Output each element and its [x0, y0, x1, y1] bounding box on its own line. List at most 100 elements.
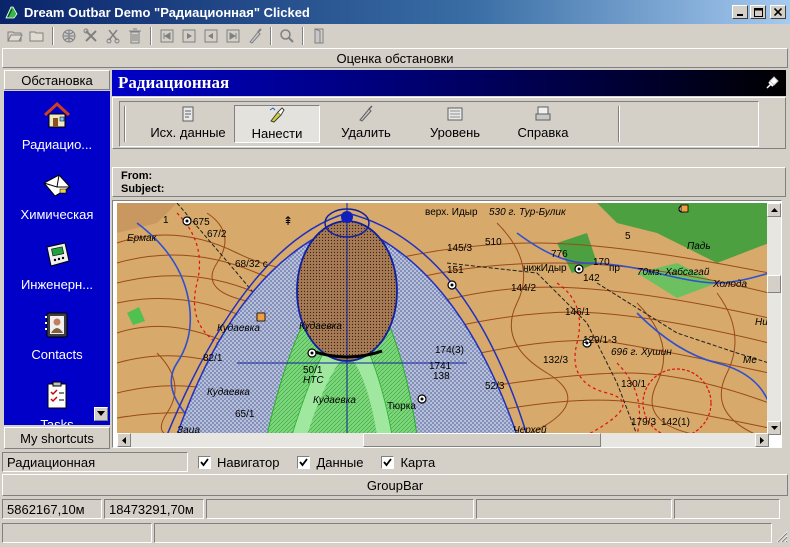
command-label: Удалить — [341, 125, 391, 140]
sidebar-scroll-down-button[interactable] — [94, 407, 108, 421]
resize-grip-icon[interactable] — [774, 529, 788, 543]
map-horizontal-scrollbar[interactable] — [117, 433, 769, 447]
map-label: 675 — [193, 217, 210, 228]
checkbox-label: Данные — [316, 454, 364, 470]
sidebar-item-radiation[interactable]: Радиацио... — [4, 99, 110, 152]
delete-pen-icon — [359, 105, 373, 122]
apply-button[interactable]: Нанести — [234, 105, 320, 143]
level-icon — [447, 107, 463, 121]
scissors-icon — [106, 29, 120, 44]
scroll-left-button[interactable] — [117, 433, 131, 447]
sidebar-item-engineering[interactable]: Инженерн... — [4, 239, 110, 292]
window-title: Dream Outbar Demo "Радиационная" Clicked — [24, 4, 310, 20]
triangle-down-icon — [97, 411, 105, 416]
checkbox-box[interactable] — [198, 455, 211, 469]
arrow-up-icon — [770, 208, 778, 212]
status-panel-empty — [206, 499, 474, 519]
last-button[interactable] — [222, 26, 244, 46]
command-separator — [124, 106, 126, 142]
command-separator — [618, 106, 620, 142]
map-vertical-scrollbar[interactable] — [767, 203, 781, 435]
map-label: 129/1-3 — [583, 335, 617, 346]
groupbar[interactable]: GroupBar — [2, 474, 788, 496]
checkbox-box[interactable] — [297, 455, 311, 469]
map-label: 170 — [593, 257, 610, 268]
maximize-button[interactable] — [750, 5, 766, 19]
checkmark-icon — [200, 457, 209, 466]
pin-icon[interactable] — [764, 75, 780, 91]
scroll-right-button[interactable] — [755, 433, 769, 447]
sidebar-footer-group[interactable]: My shortcuts — [4, 427, 110, 449]
scroll-thumb-vertical[interactable] — [767, 275, 781, 293]
tools-button[interactable] — [80, 26, 102, 46]
main-panel: Радиационная Исх. данные Нанести Удалить — [112, 70, 786, 450]
contacts-icon — [45, 312, 68, 338]
map-view[interactable]: 1 675 67/2 Ермак верх. Идыр 530 г. Тур-Б… — [117, 203, 769, 435]
map-label: Кудаевка — [217, 323, 260, 334]
arrow-down-icon — [770, 426, 778, 430]
checkbox-box[interactable] — [381, 455, 395, 469]
map-label: 510 — [485, 237, 502, 248]
brush-button[interactable] — [244, 26, 266, 46]
toolbar-separator — [302, 27, 304, 45]
from-label: From: — [121, 170, 153, 182]
sidebar-item-label: Химическая — [20, 207, 94, 222]
map-label: Холода — [712, 279, 748, 290]
first-button[interactable] — [156, 26, 178, 46]
help-button[interactable]: Справка — [500, 105, 586, 143]
sidebar-item-chemical[interactable]: Химическая — [4, 169, 110, 222]
navigator-checkbox[interactable]: Навигатор — [198, 455, 279, 470]
toolbar-separator — [270, 27, 272, 45]
checkmark-icon — [383, 457, 393, 466]
prev-button[interactable] — [178, 26, 200, 46]
map-label: 145/3 — [447, 243, 472, 254]
sidebar-items-panel: Радиацио... Химическая Инженерн... Conta… — [4, 91, 110, 425]
map-label: НТС — [303, 375, 324, 386]
map-label: 5 — [625, 231, 631, 242]
sidebar-item-label: Contacts — [31, 347, 83, 362]
data-checkbox[interactable]: Данные — [297, 455, 363, 470]
scroll-thumb-horizontal[interactable] — [363, 433, 601, 447]
brush-icon — [249, 28, 262, 44]
command-label: Уровень — [429, 125, 481, 140]
sidebar-group-label: Обстановка — [21, 72, 93, 88]
search-button[interactable] — [276, 26, 298, 46]
first-icon — [160, 29, 174, 43]
map-label: 130/1 — [621, 379, 646, 390]
map-label: 174(3) — [435, 345, 464, 356]
status-bar: 5862167,10м 18473291,70м — [0, 497, 790, 521]
delete-button[interactable] — [124, 26, 146, 46]
cut-button[interactable] — [102, 26, 124, 46]
map-label: 776 — [551, 249, 568, 260]
sidebar-group-header[interactable]: Обстановка — [4, 70, 110, 90]
sidebar-item-contacts[interactable]: Contacts — [4, 309, 110, 362]
delete-command-button[interactable]: Удалить — [323, 105, 409, 143]
close-button[interactable] — [770, 5, 786, 19]
map-label: Ермак — [127, 233, 158, 244]
scroll-up-button[interactable] — [767, 203, 781, 217]
map-label: 146/1 — [565, 307, 590, 318]
command-label: Нанести — [251, 126, 303, 141]
panel-title: Радиационная — [118, 73, 230, 92]
maximize-icon — [753, 7, 763, 17]
map-label: 696 г. Хушин — [611, 347, 672, 358]
map-label: 82/1 — [203, 353, 223, 364]
minimize-button[interactable] — [732, 5, 748, 19]
source-data-button[interactable]: Исх. данные — [142, 105, 234, 143]
scroll-down-button[interactable] — [767, 421, 781, 435]
folder-button[interactable] — [26, 26, 48, 46]
minimize-icon — [737, 14, 743, 16]
globe-button[interactable] — [58, 26, 80, 46]
status-panel-empty — [674, 499, 780, 519]
map-checkbox[interactable]: Карта — [381, 455, 435, 470]
back-button[interactable] — [200, 26, 222, 46]
open-button[interactable] — [4, 26, 26, 46]
map-label: Кудаевка — [299, 321, 342, 332]
last-icon — [226, 29, 240, 43]
close-icon — [774, 8, 782, 16]
exit-button[interactable] — [308, 26, 330, 46]
panel-title-bar: Радиационная — [112, 70, 786, 96]
map-label: 138 — [433, 371, 450, 382]
toolbar — [0, 25, 790, 47]
level-button[interactable]: Уровень — [412, 105, 498, 143]
